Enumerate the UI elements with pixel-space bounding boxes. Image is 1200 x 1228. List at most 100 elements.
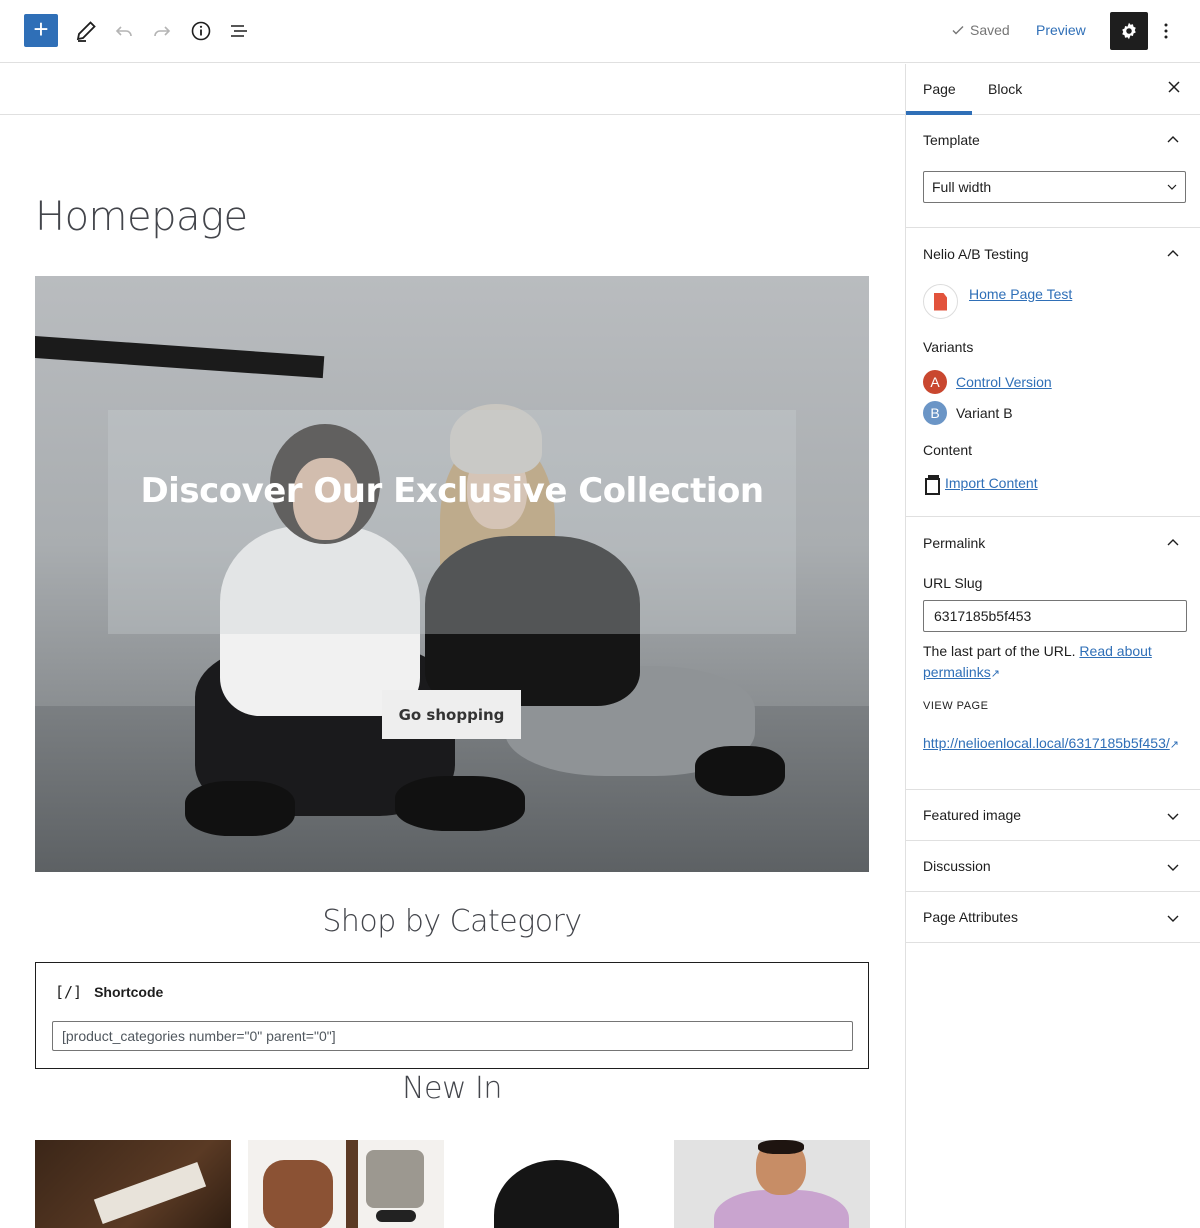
page-attributes-panel-title[interactable]: Page Attributes — [923, 909, 1018, 925]
page-title[interactable]: Homepage — [35, 194, 248, 240]
settings-button[interactable] — [1110, 12, 1148, 50]
variant-b-label: Variant B — [956, 405, 1013, 421]
shortcode-icon: [/] — [55, 983, 83, 1001]
tab-page[interactable]: Page — [906, 81, 972, 115]
variant-b-badge: B — [923, 401, 947, 425]
redo-button[interactable] — [146, 15, 178, 47]
tab-block[interactable]: Block — [988, 81, 1022, 97]
product-image[interactable] — [461, 1140, 657, 1228]
close-sidebar-button[interactable] — [1167, 80, 1181, 99]
shortcode-block-label: Shortcode — [94, 984, 164, 1000]
details-button[interactable] — [185, 15, 217, 47]
url-slug-input[interactable]: 6317185b5f453 — [923, 600, 1187, 632]
plus-icon: + — [33, 14, 49, 44]
shortcode-block-header: [/] Shortcode — [55, 983, 163, 1001]
discussion-panel[interactable]: Discussion — [906, 841, 1200, 892]
variant-a-item: A Control Version — [923, 370, 1052, 394]
import-content-item[interactable]: Import Content — [925, 475, 1038, 495]
featured-image-panel[interactable]: Featured image — [906, 790, 1200, 841]
variants-label: Variants — [923, 339, 974, 355]
canvas-header-strip — [0, 64, 905, 115]
page-url-link[interactable]: http://nelioenlocal.local/6317185b5f453/ — [923, 735, 1170, 751]
close-icon — [1168, 81, 1180, 93]
more-vertical-icon — [1164, 23, 1168, 39]
product-photo-pennant — [93, 1161, 207, 1225]
product-photo-tshirt — [714, 1190, 849, 1228]
permalink-help: The last part of the URL. Read about per… — [923, 641, 1185, 685]
permalink-panel: Permalink URL Slug 6317185b5f453 The las… — [906, 517, 1200, 790]
list-view-icon — [231, 25, 247, 37]
go-shopping-button[interactable]: Go shopping — [382, 690, 521, 739]
gear-icon — [1122, 22, 1136, 40]
sidebar-tabs: Page Block — [906, 64, 1200, 115]
product-image[interactable] — [248, 1140, 444, 1228]
content-label: Content — [923, 442, 973, 458]
saved-status: Saved — [950, 22, 1010, 38]
permalinks-link[interactable]: permalinks — [923, 664, 991, 680]
shop-by-category-heading[interactable]: Shop by Category — [35, 904, 869, 939]
shortcode-input[interactable]: [product_categories number="0" parent="0… — [52, 1021, 853, 1051]
import-content-link[interactable]: Import Content — [945, 475, 1038, 491]
chevron-down-icon — [1167, 184, 1177, 190]
page-attributes-panel[interactable]: Page Attributes — [906, 892, 1200, 943]
external-link-icon: ↗ — [1169, 739, 1179, 751]
hero-photo-shoe — [695, 746, 785, 796]
editor-toolbar: + Saved Preview — [0, 0, 1200, 63]
product-image[interactable] — [35, 1140, 231, 1228]
tools-button[interactable] — [70, 15, 102, 47]
product-photo-glasses — [376, 1210, 416, 1222]
product-image[interactable] — [674, 1140, 870, 1228]
product-photo-model — [758, 1140, 804, 1154]
hero-photo-shoe — [395, 776, 525, 831]
chevron-down-icon[interactable] — [1165, 859, 1181, 875]
template-select[interactable]: Full width — [923, 171, 1186, 203]
permalink-help-text: The last part of the URL. — [923, 643, 1076, 659]
hero-heading[interactable]: Discover Our Exclusive Collection — [108, 460, 796, 523]
info-icon — [191, 21, 211, 41]
undo-icon — [115, 26, 132, 37]
redo-icon — [154, 26, 171, 37]
control-version-link[interactable]: Control Version — [956, 374, 1052, 390]
variant-b-item: B Variant B — [923, 401, 1013, 425]
settings-sidebar: Page Block Template Full width Nelio A/B… — [905, 64, 1200, 1228]
template-select-value: Full width — [932, 179, 992, 195]
checkmark-icon — [952, 26, 964, 35]
product-photo-belt — [346, 1140, 358, 1228]
saved-label: Saved — [970, 22, 1010, 38]
chevron-up-icon[interactable] — [1165, 535, 1181, 551]
view-page-label: VIEW PAGE — [923, 700, 989, 712]
chevron-up-icon[interactable] — [1165, 132, 1181, 148]
cover-block[interactable]: Discover Our Exclusive Collection Go sho… — [35, 276, 869, 872]
chevron-down-icon[interactable] — [1165, 808, 1181, 824]
preview-button[interactable]: Preview — [1036, 22, 1086, 38]
discussion-panel-title[interactable]: Discussion — [923, 858, 991, 874]
undo-button[interactable] — [108, 15, 140, 47]
permalink-panel-title[interactable]: Permalink — [923, 535, 985, 551]
shortcode-block[interactable]: [/] Shortcode [product_categories number… — [35, 962, 869, 1069]
pencil-icon — [76, 21, 96, 42]
product-photo-pants — [366, 1150, 424, 1208]
copy-icon — [925, 475, 940, 495]
featured-image-panel-title[interactable]: Featured image — [923, 807, 1021, 823]
options-button[interactable] — [1154, 15, 1178, 47]
chevron-down-icon[interactable] — [1165, 910, 1181, 926]
hero-wall-stripe — [35, 336, 325, 379]
variant-a-badge: A — [923, 370, 947, 394]
page-url: http://nelioenlocal.local/6317185b5f453/… — [923, 733, 1188, 755]
template-panel-title[interactable]: Template — [923, 132, 980, 148]
new-in-heading[interactable]: New In — [35, 1071, 869, 1106]
chevron-up-icon[interactable] — [1165, 246, 1181, 262]
product-photo-boots — [263, 1160, 333, 1228]
add-block-button[interactable]: + — [24, 14, 58, 47]
hero-photo-shoe — [185, 781, 295, 836]
url-slug-label: URL Slug — [923, 575, 983, 591]
editor-canvas: Homepage Discover Our Exclusive Collecti… — [0, 64, 905, 1228]
external-link-icon: ↗ — [990, 668, 1000, 680]
list-view-button[interactable] — [223, 15, 255, 47]
template-panel: Template Full width — [906, 115, 1200, 228]
read-about-link[interactable]: Read about — [1079, 643, 1151, 659]
ab-test-link[interactable]: Home Page Test — [969, 286, 1072, 302]
product-photo-beanie — [494, 1160, 619, 1228]
document-icon — [923, 284, 958, 319]
ab-testing-panel-title[interactable]: Nelio A/B Testing — [923, 246, 1029, 262]
